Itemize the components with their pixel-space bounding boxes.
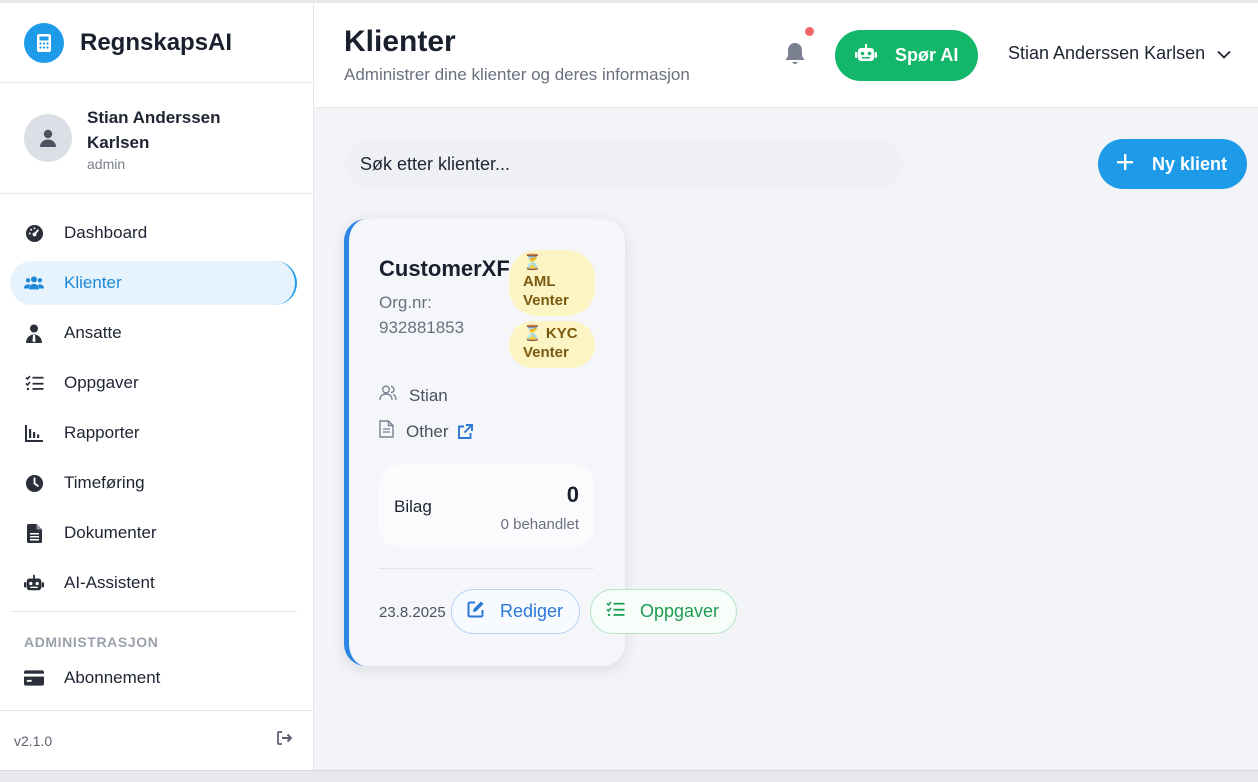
avatar <box>24 114 72 162</box>
page-title: Klienter <box>344 25 456 58</box>
sidebar-item-label: Oppgaver <box>64 373 139 392</box>
sidebar-item-dashboard[interactable]: Dashboard <box>10 211 297 255</box>
badge-label: AML <box>523 273 556 290</box>
user-profile[interactable]: Stian Anderssen Karlsen admin <box>0 83 313 194</box>
new-client-button[interactable]: Ny klient <box>1098 139 1247 189</box>
logout-icon[interactable] <box>277 731 293 750</box>
page-header: Klienter Administrer dine klienter og de… <box>314 3 1258 108</box>
users-icon <box>24 273 44 293</box>
tasks-button[interactable]: Oppgaver <box>590 589 737 634</box>
file-icon <box>24 523 44 543</box>
edit-label: Rediger <box>500 601 564 621</box>
edit-button[interactable]: Rediger <box>451 589 580 634</box>
sidebar-item-label: Timeføring <box>64 473 145 492</box>
sidebar-item-label: Ansatte <box>64 323 122 342</box>
bilag-stats: Bilag 0 0 behandlet <box>379 465 594 547</box>
bar-chart-icon <box>24 423 44 443</box>
search-input[interactable]: Søk etter klienter... <box>345 141 903 187</box>
chevron-down-icon <box>1217 43 1231 64</box>
brand[interactable]: RegnskapsAI <box>0 3 313 83</box>
badge-status: Venter <box>523 344 569 361</box>
sidebar-item-label: Dokumenter <box>64 523 157 542</box>
sidebar-item-abonnement[interactable]: Abonnement <box>10 656 297 700</box>
plus-icon <box>1116 153 1134 176</box>
client-type-row: Other <box>379 420 473 443</box>
document-icon <box>379 420 394 443</box>
stats-sub: 0 behandlet <box>500 516 579 533</box>
org-number: 932881853 <box>379 318 465 337</box>
client-owner-row: Stian <box>379 385 448 406</box>
client-type: Other <box>406 421 449 441</box>
status-badge-kyc: ⏳ KYC Venter <box>509 321 595 368</box>
sidebar: RegnskapsAI Stian Anderssen Karlsen admi… <box>0 3 314 770</box>
sidebar-item-rapporter[interactable]: Rapporter <box>10 411 297 455</box>
sidebar-item-label: Rapporter <box>64 423 140 442</box>
client-name: CustomerXF <box>379 256 510 281</box>
robot-icon <box>855 44 877 67</box>
robot-icon <box>24 573 44 593</box>
badge-status: Venter <box>523 292 569 309</box>
list-check-icon <box>24 373 44 393</box>
stats-label: Bilag <box>394 497 432 516</box>
ask-ai-label: Spør AI <box>895 45 959 65</box>
client-date: 23.8.2025 <box>379 604 446 621</box>
hourglass-icon: ⏳ <box>523 325 542 342</box>
hourglass-icon: ⏳ <box>523 254 542 271</box>
users-icon <box>379 385 397 406</box>
window-bottom-edge <box>0 770 1258 782</box>
sidebar-item-dokumenter[interactable]: Dokumenter <box>10 511 297 555</box>
client-owner: Stian <box>409 385 448 405</box>
sidebar-footer: v2.1.0 <box>0 710 313 770</box>
sidebar-item-ai-assistent[interactable]: AI-Assistent <box>10 561 297 605</box>
tasks-label: Oppgaver <box>640 601 720 621</box>
sidebar-item-label: Abonnement <box>64 668 161 687</box>
status-badge-aml: ⏳ AML Venter <box>509 250 595 316</box>
brand-name: RegnskapsAI <box>80 28 233 56</box>
client-card[interactable]: CustomerXF Org.nr: 932881853 ⏳ AML Vente… <box>344 219 737 666</box>
external-link-icon[interactable] <box>457 423 473 440</box>
app-version: v2.1.0 <box>14 732 53 749</box>
main-nav: Dashboard Klienter Ansatte Oppgaver Rapp… <box>0 194 313 700</box>
sidebar-item-klienter[interactable]: Klienter <box>10 261 297 305</box>
stats-value: 0 <box>566 482 579 507</box>
sidebar-item-label: AI-Assistent <box>64 573 155 592</box>
new-client-label: Ny klient <box>1152 153 1228 174</box>
user-menu[interactable]: Stian Anderssen Karlsen <box>1008 43 1231 64</box>
edit-icon <box>467 600 485 623</box>
org-label: Org.nr: <box>379 293 432 312</box>
sidebar-item-timeforing[interactable]: Timeføring <box>10 461 297 505</box>
gauge-icon <box>24 223 44 243</box>
user-role: admin <box>87 155 126 172</box>
nav-section-admin: ADMINISTRASJON <box>24 634 159 650</box>
clock-icon <box>24 473 44 493</box>
ask-ai-button[interactable]: Spør AI <box>835 30 978 81</box>
card-divider <box>379 568 594 569</box>
page-subtitle: Administrer dine klienter og deres infor… <box>344 65 690 84</box>
user-menu-label: Stian Anderssen Karlsen <box>1008 43 1206 63</box>
user-name: Stian Anderssen Karlsen <box>87 107 221 152</box>
calculator-icon <box>24 22 64 63</box>
bell-icon[interactable] <box>783 41 809 69</box>
credit-card-icon <box>24 668 44 688</box>
badge-label: KYC <box>545 325 578 342</box>
sidebar-item-oppgaver[interactable]: Oppgaver <box>10 361 297 405</box>
sidebar-item-label: Dashboard <box>64 223 148 242</box>
notification-dot <box>805 27 814 36</box>
sidebar-item-ansatte[interactable]: Ansatte <box>10 311 297 355</box>
user-tie-icon <box>24 323 44 343</box>
user-icon <box>40 129 56 147</box>
sidebar-item-label: Klienter <box>64 273 122 292</box>
search-placeholder: Søk etter klienter... <box>360 153 511 174</box>
list-check-icon <box>606 601 625 622</box>
